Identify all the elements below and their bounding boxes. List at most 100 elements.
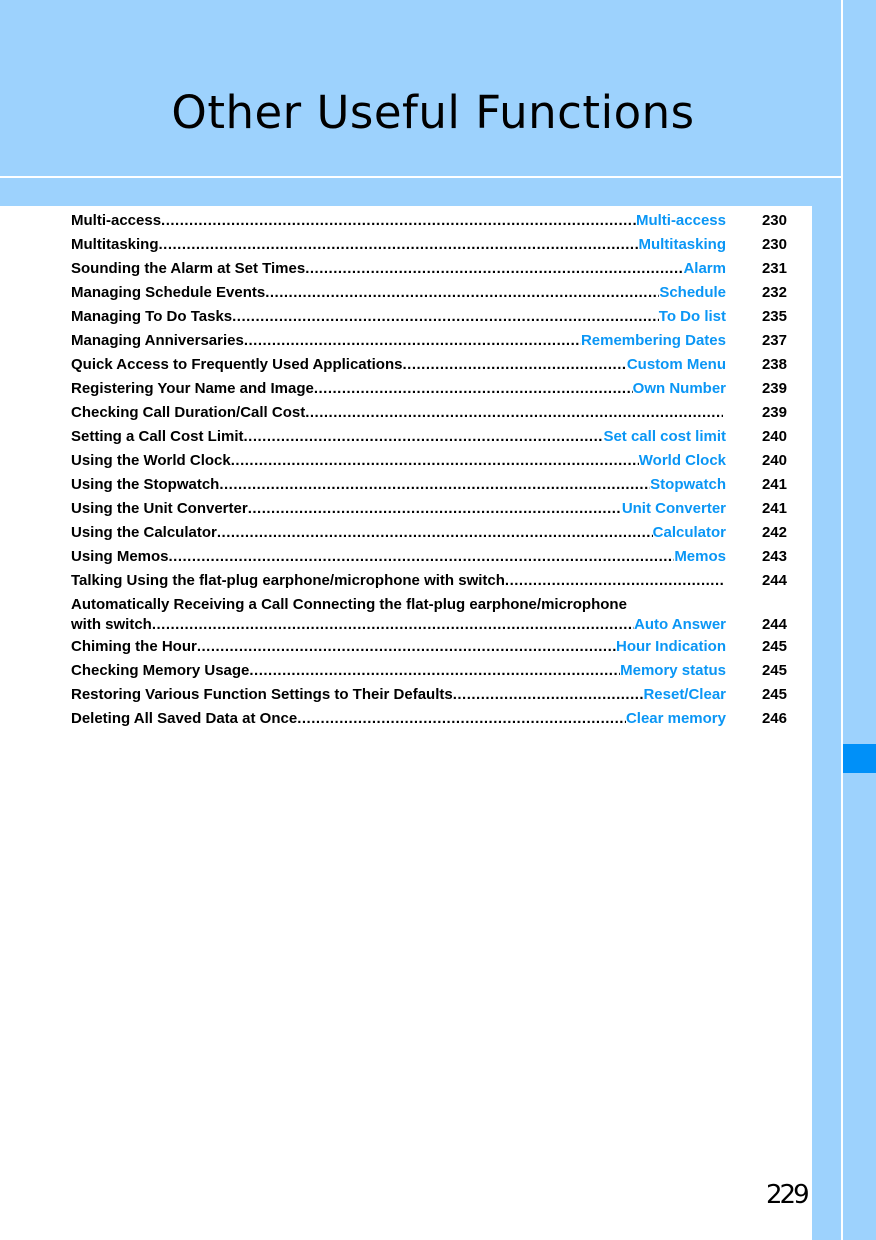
- toc-entry[interactable]: Checking Memory Usage Memory status 245: [71, 661, 787, 685]
- toc-entry-title: Using the Stopwatch: [71, 476, 220, 493]
- toc-entry-title-line1: Automatically Receiving a Call Connectin…: [71, 596, 627, 613]
- toc-entry[interactable]: Deleting All Saved Data at Once Clear me…: [71, 709, 787, 733]
- dot-leader: [232, 307, 659, 327]
- toc-entry-page[interactable]: 240: [737, 427, 787, 447]
- dot-leader: [161, 211, 636, 231]
- toc-entry-title: Quick Access to Frequently Used Applicat…: [71, 356, 403, 373]
- toc-entry[interactable]: Using the Calculator Calculator 242: [71, 523, 787, 547]
- dot-leader: [305, 403, 723, 423]
- toc-entry-reference[interactable]: Reset/Clear: [643, 685, 726, 705]
- toc-entry-title: Talking Using the flat-plug earphone/mic…: [71, 572, 505, 589]
- toc-entry[interactable]: Registering Your Name and Image Own Numb…: [71, 379, 787, 403]
- toc-entry-reference[interactable]: Memory status: [620, 661, 726, 681]
- dot-leader: [169, 547, 675, 567]
- toc-entry[interactable]: Managing Schedule Events Schedule 232: [71, 283, 787, 307]
- toc-entry-reference[interactable]: Set call cost limit: [603, 427, 726, 447]
- chapter-header: Other Useful Functions: [0, 0, 841, 176]
- toc-entry-title: Checking Memory Usage: [71, 662, 250, 679]
- toc-entry[interactable]: Checking Call Duration/Call Cost 239: [71, 403, 787, 427]
- toc-entry[interactable]: Chiming the Hour Hour Indication 245: [71, 637, 787, 661]
- toc-entry-reference[interactable]: To Do list: [659, 307, 726, 327]
- table-of-contents: Multi-access Multi-access 230 Multitaski…: [71, 211, 787, 733]
- toc-entry-page[interactable]: 237: [737, 331, 787, 351]
- toc-entry-page[interactable]: 244: [737, 571, 787, 591]
- toc-entry-page[interactable]: 242: [737, 523, 787, 543]
- dot-leader: [402, 355, 626, 375]
- dot-leader: [265, 283, 659, 303]
- toc-entry-title: Using Memos: [71, 548, 169, 565]
- toc-entry-reference[interactable]: Remembering Dates: [581, 331, 726, 351]
- toc-entry-page[interactable]: 231: [737, 259, 787, 279]
- toc-entry[interactable]: Quick Access to Frequently Used Applicat…: [71, 355, 787, 379]
- toc-entry-title: Checking Call Duration/Call Cost: [71, 404, 306, 421]
- toc-entry-reference[interactable]: World Clock: [639, 451, 726, 471]
- page-number: 229: [766, 1180, 810, 1210]
- toc-entry-page[interactable]: 246: [737, 709, 787, 729]
- toc-entry-title: Deleting All Saved Data at Once: [71, 710, 298, 727]
- toc-entry[interactable]: Automatically Receiving a Call Connectin…: [71, 595, 787, 637]
- dot-leader: [159, 235, 639, 255]
- toc-entry-reference[interactable]: Alarm: [683, 259, 726, 279]
- chapter-title: Other Useful Functions: [171, 86, 695, 139]
- side-divider: [841, 0, 843, 1240]
- toc-entry[interactable]: Using the Unit Converter Unit Converter …: [71, 499, 787, 523]
- toc-entry-reference[interactable]: Own Number: [633, 379, 726, 399]
- toc-entry-title: Managing Anniversaries: [71, 332, 244, 349]
- toc-entry-page[interactable]: 245: [737, 637, 787, 657]
- toc-entry-page[interactable]: 245: [737, 685, 787, 705]
- chapter-index-tab[interactable]: [843, 744, 876, 773]
- toc-entry[interactable]: Managing To Do Tasks To Do list 235: [71, 307, 787, 331]
- dot-leader: [231, 451, 639, 471]
- toc-entry-title: Multitasking: [71, 236, 159, 253]
- dot-leader: [152, 615, 634, 635]
- toc-entry[interactable]: Managing Anniversaries Remembering Dates…: [71, 331, 787, 355]
- toc-entry[interactable]: Using the Stopwatch Stopwatch 241: [71, 475, 787, 499]
- toc-entry-reference[interactable]: Hour Indication: [616, 637, 726, 657]
- dot-leader: [219, 475, 650, 495]
- toc-entry-page[interactable]: 235: [737, 307, 787, 327]
- toc-entry-reference[interactable]: Multitasking: [638, 235, 726, 255]
- toc-entry-page[interactable]: 230: [737, 235, 787, 255]
- toc-entry[interactable]: Sounding the Alarm at Set Times Alarm 23…: [71, 259, 787, 283]
- toc-entry-title: Managing To Do Tasks: [71, 308, 233, 325]
- toc-entry[interactable]: Restoring Various Function Settings to T…: [71, 685, 787, 709]
- toc-entry-title: with switch: [71, 616, 152, 633]
- dot-leader: [314, 379, 633, 399]
- toc-entry[interactable]: Using the World Clock World Clock 240: [71, 451, 787, 475]
- toc-entry-reference[interactable]: Custom Menu: [627, 355, 726, 375]
- dot-leader: [244, 331, 581, 351]
- toc-entry-reference[interactable]: Clear memory: [626, 709, 726, 729]
- dot-leader: [217, 523, 653, 543]
- toc-entry[interactable]: Multi-access Multi-access 230: [71, 211, 787, 235]
- toc-entry[interactable]: Setting a Call Cost Limit Set call cost …: [71, 427, 787, 451]
- toc-entry-page[interactable]: 241: [737, 499, 787, 519]
- toc-entry-reference[interactable]: Unit Converter: [622, 499, 726, 519]
- toc-entry[interactable]: Multitasking Multitasking 230: [71, 235, 787, 259]
- dot-leader: [197, 637, 616, 657]
- toc-entry-reference[interactable]: Stopwatch: [650, 475, 726, 495]
- toc-entry-title: Using the Calculator: [71, 524, 217, 541]
- toc-entry-reference[interactable]: Multi-access: [636, 211, 726, 231]
- toc-entry-page[interactable]: 241: [737, 475, 787, 495]
- toc-entry-reference[interactable]: Auto Answer: [634, 615, 726, 635]
- toc-entry-title: Multi-access: [71, 212, 162, 229]
- toc-entry-title: Restoring Various Function Settings to T…: [71, 686, 453, 703]
- toc-entry-page[interactable]: 239: [737, 379, 787, 399]
- toc-entry[interactable]: Talking Using the flat-plug earphone/mic…: [71, 571, 787, 595]
- toc-entry-page[interactable]: 238: [737, 355, 787, 375]
- toc-entry-reference[interactable]: Calculator: [653, 523, 726, 543]
- toc-entry-page[interactable]: 232: [737, 283, 787, 303]
- dot-leader: [453, 685, 644, 705]
- toc-entry-page[interactable]: 230: [737, 211, 787, 231]
- toc-entry-title: Sounding the Alarm at Set Times: [71, 260, 306, 277]
- toc-entry[interactable]: Using Memos Memos 243: [71, 547, 787, 571]
- toc-entry-page[interactable]: 245: [737, 661, 787, 681]
- toc-entry-page[interactable]: 244: [737, 615, 787, 635]
- toc-entry-reference[interactable]: Memos: [674, 547, 726, 567]
- toc-entry-page[interactable]: 243: [737, 547, 787, 567]
- toc-entry-reference[interactable]: Schedule: [659, 283, 726, 303]
- toc-entry-page[interactable]: 240: [737, 451, 787, 471]
- dot-leader: [305, 259, 683, 279]
- dot-leader: [248, 499, 622, 519]
- toc-entry-page[interactable]: 239: [737, 403, 787, 423]
